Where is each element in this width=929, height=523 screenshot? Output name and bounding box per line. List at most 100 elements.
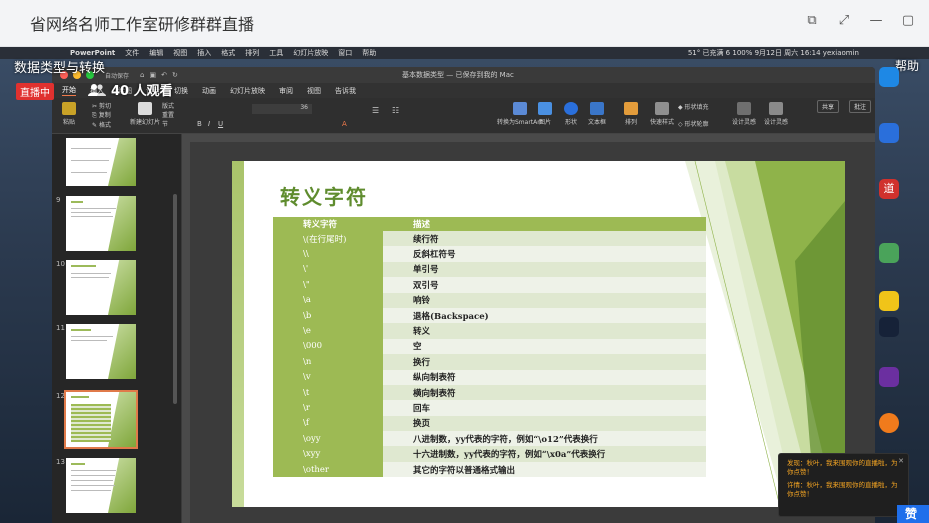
table-row: \" 双引号 [273,277,706,293]
app-icon[interactable] [879,317,899,337]
youdao-icon[interactable]: 道 [879,179,899,199]
convert-smartart-button[interactable]: 转换为SmartArt [497,102,542,126]
slide-title: 转义字符 [280,185,368,209]
thumbnail-slide-11[interactable]: 11 [56,324,136,379]
slide-thumbnail[interactable] [66,458,136,513]
save-icon[interactable]: ▣ [149,71,156,79]
ppt-titlebar: 自动保存 ⌂ ▣ ↶ ↻ 基本数据类型 — 已保存到我的 Mac [52,67,875,83]
home-icon[interactable]: ⌂ [140,71,144,79]
cut-button[interactable]: ✂ 剪切 [92,101,111,110]
textbox-button[interactable]: 文本框 [588,102,606,126]
description-cell: 其它的字符以普通格式输出 [383,461,706,478]
tab-view[interactable]: 视图 [307,86,321,96]
wechat-icon[interactable] [879,243,899,263]
firefox-icon[interactable] [879,413,899,433]
underline-icon[interactable]: U [218,120,223,128]
popout-icon[interactable]: ⧉ [805,14,819,28]
table-row: \oyy 八进制数，yy代表的字符，例如“\o12”代表换行 [273,431,706,447]
current-slide[interactable]: 转义字符 转义字符 描述 \(在行尾时) 续行符 \\ 反斜杠符号 \' 单引号 \" 双引号… [232,161,845,507]
shape-outline-button[interactable]: ◇ 形状轮廓 [678,119,709,128]
paste-button[interactable]: 粘贴 [62,102,76,126]
new-slide-button[interactable]: 新建幻灯片 [130,102,160,126]
comments-button[interactable]: 批注 [848,100,871,113]
final-cut-icon[interactable] [879,367,899,387]
copy-button[interactable]: ⎘ 复制 [92,110,111,120]
header-escape-char: 转义字符 [273,217,383,231]
bold-icon[interactable]: B [197,120,202,128]
thumbnail-slide-13[interactable]: 13 [56,458,136,513]
ribbon-home: 粘贴 ✂ 剪切 ⎘ 复制 ✎ 格式 新建幻灯片 版式 重置 节 36 B I U… [52,98,875,134]
shared-screen: PowerPoint 文件 编辑 视图 插入 格式 排列 工具 幻灯片放映 窗口… [0,47,929,523]
menu-window[interactable]: 窗口 [338,47,352,59]
table-row: \f 换页 [273,415,706,432]
thumbnail-slide-10[interactable]: 10 [56,260,136,315]
font-color-icon[interactable]: A [342,120,347,128]
slide-thumbnail-selected[interactable] [64,390,138,449]
maximize-icon[interactable]: ▢ [901,14,915,28]
tab-slideshow[interactable]: 幻灯片放映 [230,86,265,96]
shape-fill-button[interactable]: ◆ 形状填充 [678,102,709,111]
description-cell: 空 [383,338,706,355]
share-button[interactable]: 共享 [816,100,839,113]
menu-insert[interactable]: 插入 [197,47,211,59]
design-ideas-button[interactable]: 设计灵感 [732,102,756,126]
thumbnail-slide-9[interactable]: 9 [56,196,136,251]
quick-styles-button[interactable]: 快速样式 [650,102,674,126]
app-icon[interactable] [879,67,899,87]
tab-animations[interactable]: 动画 [202,86,216,96]
description-cell: 转义 [383,323,706,339]
reset-button[interactable]: 重置 [162,110,174,119]
tab-home[interactable]: 开始 [62,85,76,96]
tab-tell-me[interactable]: 告诉我 [335,86,356,96]
escape-char-cell: \e [273,323,383,339]
tab-review[interactable]: 审阅 [279,86,293,96]
menu-format[interactable]: 格式 [221,47,235,59]
outline-icon: ◇ [678,121,683,128]
live-status-badge: 直播中 [16,83,54,100]
section-button[interactable]: 节 [162,119,174,128]
tab-transitions[interactable]: 切换 [174,86,188,96]
slide-thumbnail[interactable] [66,324,136,379]
fullscreen-icon[interactable]: ⤢ [837,14,851,28]
picture-button[interactable]: 图片 [538,102,552,126]
format-painter-button[interactable]: ✎ 格式 [92,120,111,129]
menu-view[interactable]: 视图 [173,47,187,59]
chat-message: 许情：秋叶，我来围观你的直播啦，为你点赞！ [787,481,898,498]
escape-char-cell: \other [273,461,383,478]
slide-thumbnail[interactable] [66,260,136,315]
thumbnails-scrollbar[interactable] [173,194,177,404]
undo-icon[interactable]: ↶ [161,71,167,79]
like-button[interactable]: 赞 0 [897,505,929,523]
bullets-icon[interactable]: ☰ [372,106,379,115]
minimize-icon[interactable]: — [869,14,883,28]
slide-thumbnail[interactable] [66,138,136,186]
slide-thumbnail[interactable] [66,196,136,251]
menu-edit[interactable]: 编辑 [149,47,163,59]
chat-notification-panel: ✕ 发现：秋叶，我来围观你的直播啦，为你点赞！ 许情：秋叶，我来围观你的直播啦，… [778,453,909,517]
font-size-field[interactable]: 36 [252,104,312,114]
escape-char-cell: \oyy [273,431,383,447]
escape-char-cell: \" [273,277,383,293]
thumbnail-slide-12[interactable]: 12 [56,390,138,449]
screen-root: 省网络名师工作室研修群群直播 ⧉ ⤢ — ▢ PowerPoint 文件 编辑 … [0,0,929,523]
menu-slideshow[interactable]: 幻灯片放映 [293,47,328,59]
layout-button[interactable]: 版式 [162,101,174,110]
arrange-button[interactable]: 排列 [624,102,638,126]
app-icon[interactable] [879,123,899,143]
redo-icon[interactable]: ↻ [172,71,178,79]
shape-button[interactable]: 形状 [564,102,578,126]
table-header-row: 转义字符 描述 [273,217,706,231]
menu-tools[interactable]: 工具 [269,47,283,59]
close-icon[interactable]: ✕ [898,457,904,465]
table-row: \a 响铃 [273,292,706,308]
app-icon[interactable] [879,291,899,311]
thumbnail-slide-8[interactable] [56,138,136,186]
slide-accent-bar [232,161,244,507]
menu-file[interactable]: 文件 [125,47,139,59]
numbering-icon[interactable]: ☷ [392,106,399,115]
menu-help[interactable]: 帮助 [362,47,376,59]
menu-arrange[interactable]: 排列 [245,47,259,59]
speaker-button[interactable]: 设计灵感 [764,102,788,126]
escape-char-cell: \f [273,415,383,432]
italic-icon[interactable]: I [208,120,210,128]
